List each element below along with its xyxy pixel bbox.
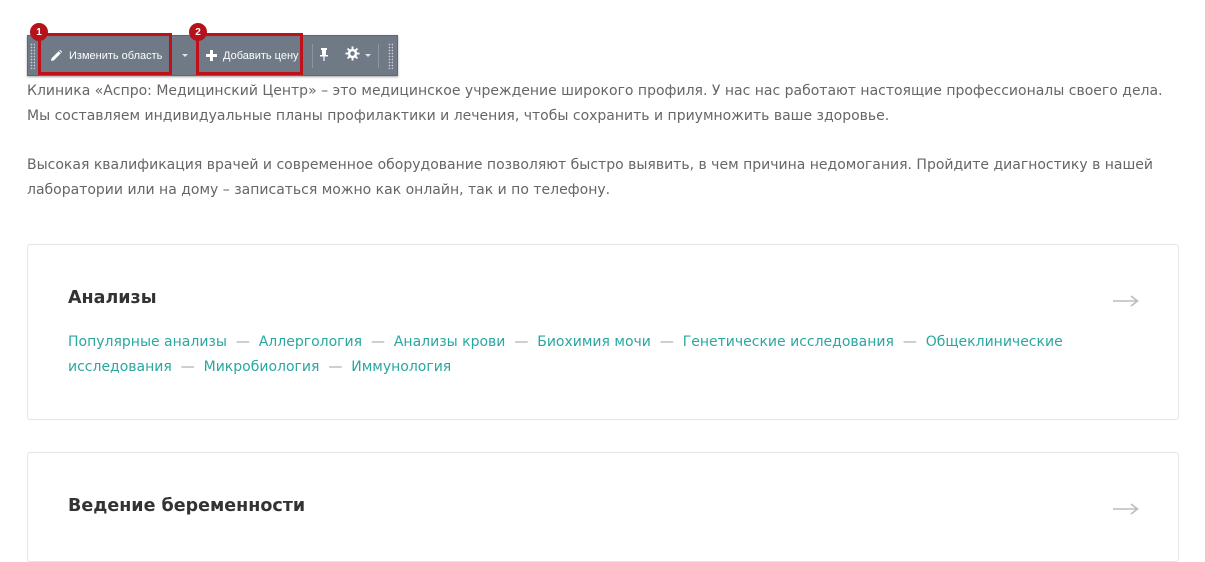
card-title[interactable]: Анализы: [68, 288, 157, 308]
card-title[interactable]: Ведение беременности: [68, 496, 305, 516]
link-urine-biochemistry[interactable]: Биохимия мочи: [537, 334, 651, 350]
subcategory-links: Популярные анализы — Аллергология — Анал…: [68, 330, 1108, 380]
link-microbiology[interactable]: Микробиология: [204, 359, 320, 375]
separator: —: [514, 334, 529, 350]
link-popular-analyses[interactable]: Популярные анализы: [68, 334, 227, 350]
plus-icon: [206, 50, 217, 61]
toolbar-divider: [378, 44, 379, 68]
link-genetic-research[interactable]: Генетические исследования: [683, 334, 894, 350]
step-badge-2: 2: [189, 23, 207, 41]
intro-paragraph: Высокая квалификация врачей и современно…: [27, 157, 1154, 198]
separator: —: [235, 334, 250, 350]
pin-icon: [319, 46, 329, 65]
service-card[interactable]: Ведение беременности: [27, 452, 1179, 562]
arrow-right-icon[interactable]: [1113, 500, 1139, 519]
separator: —: [328, 359, 343, 375]
edit-area-dropdown[interactable]: [178, 38, 192, 73]
separator: —: [902, 334, 917, 350]
toolbar-drag-handle[interactable]: [30, 43, 35, 69]
admin-toolbar: Изменить область Добавить цену: [27, 35, 398, 76]
step-badge-1: 1: [30, 23, 48, 41]
link-allergology[interactable]: Аллергология: [259, 334, 362, 350]
edit-area-button[interactable]: Изменить область: [39, 38, 172, 73]
edit-area-label: Изменить область: [69, 49, 163, 62]
add-price-button[interactable]: Добавить цену: [199, 38, 302, 73]
link-immunology[interactable]: Иммунология: [351, 359, 451, 375]
settings-button[interactable]: [340, 38, 364, 73]
settings-dropdown[interactable]: [363, 38, 373, 73]
separator: —: [370, 334, 385, 350]
separator: —: [180, 359, 195, 375]
add-price-label: Добавить цену: [223, 49, 299, 62]
arrow-right-icon[interactable]: [1113, 292, 1139, 311]
link-blood-analyses[interactable]: Анализы крови: [394, 334, 506, 350]
intro-paragraph: Клиника «Аспро: Медицинский Центр» – это…: [27, 83, 1163, 124]
chevron-down-icon: [182, 54, 188, 57]
toolbar-drag-handle[interactable]: [388, 43, 393, 69]
toolbar-divider: [312, 44, 313, 68]
pin-button[interactable]: [316, 38, 332, 73]
separator: —: [659, 334, 674, 350]
gear-icon: [344, 46, 360, 65]
chevron-down-icon: [365, 54, 371, 57]
pencil-icon: [49, 49, 63, 63]
service-card[interactable]: Анализы Популярные анализы — Аллергологи…: [27, 244, 1179, 420]
